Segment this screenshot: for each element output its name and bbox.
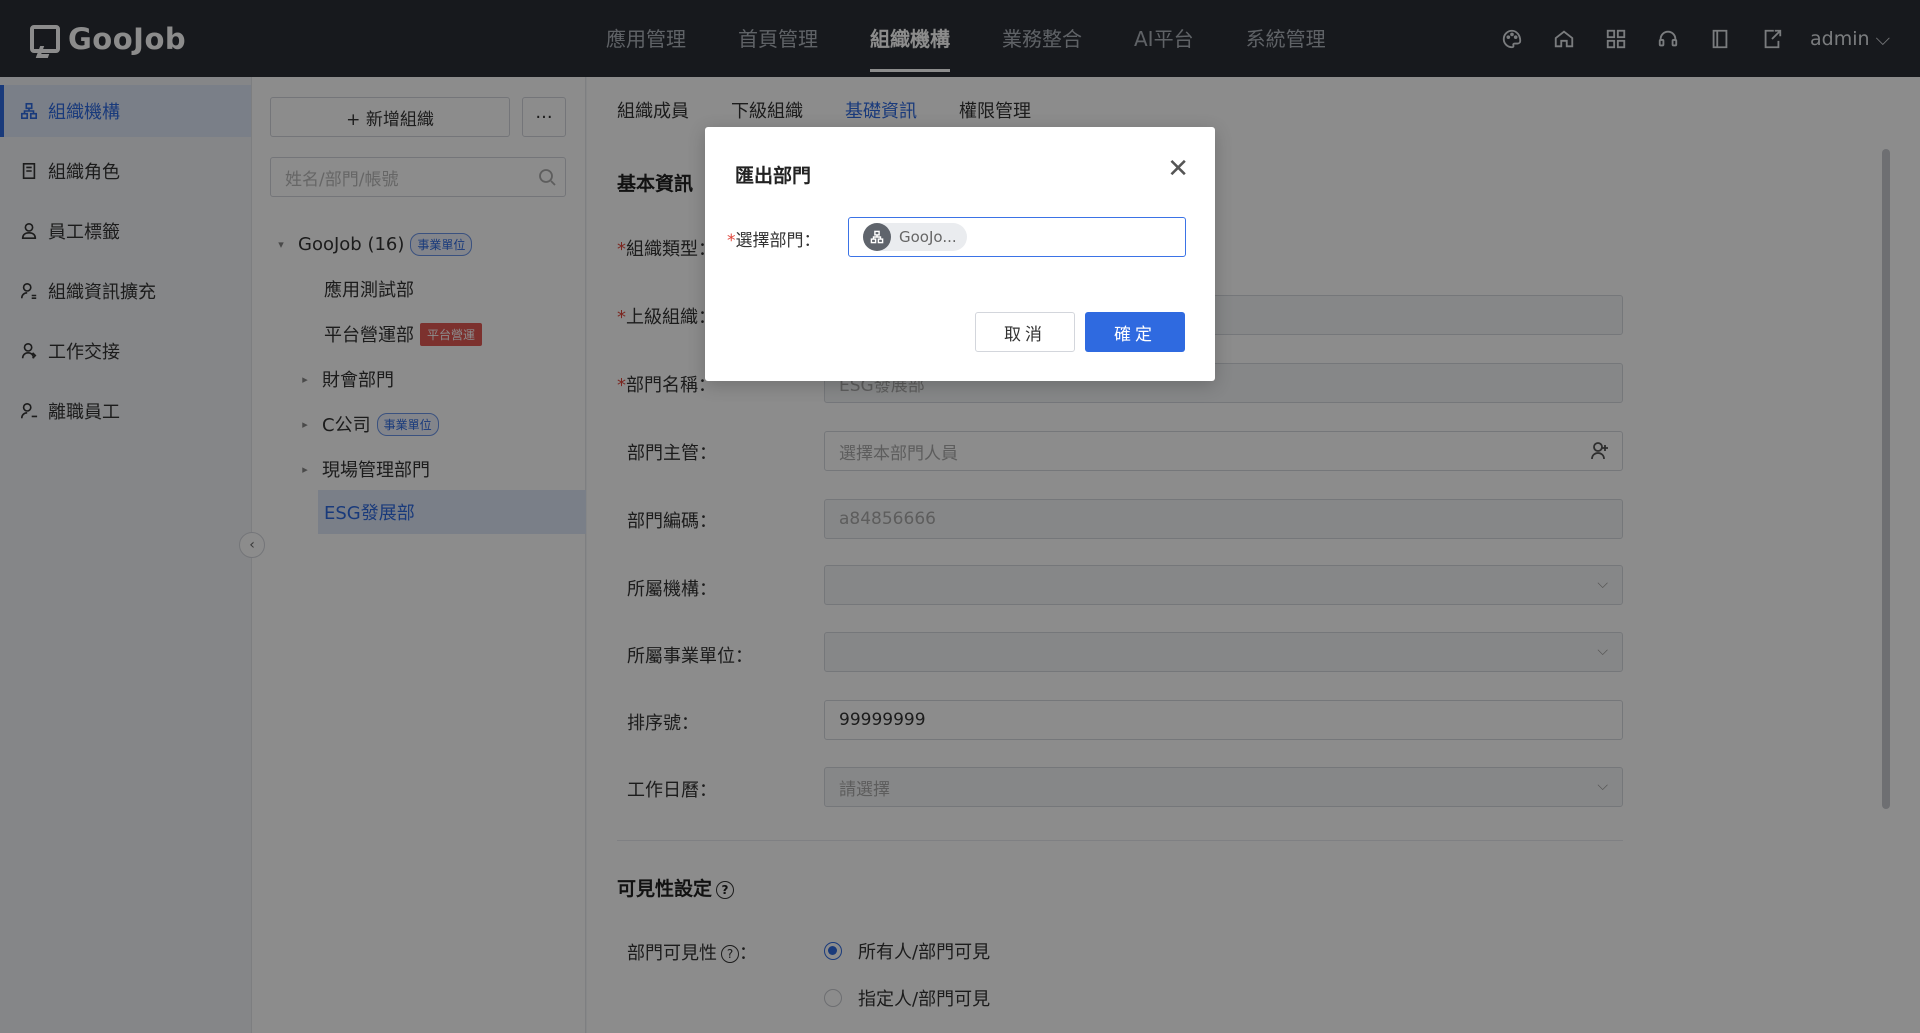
dialog-title: 匯出部門 (735, 165, 812, 187)
select-dept-input[interactable]: GooJo... (848, 217, 1186, 257)
close-icon[interactable]: ✕ (1167, 156, 1189, 182)
export-department-dialog: 匯出部門 ✕ *選擇部門： GooJo... 取消 確定 (705, 127, 1215, 381)
org-icon (863, 223, 891, 251)
select-dept-label: *選擇部門： (727, 231, 821, 251)
cancel-button[interactable]: 取消 (975, 312, 1075, 352)
confirm-button[interactable]: 確定 (1085, 312, 1185, 352)
selected-dept-chip[interactable]: GooJo... (863, 223, 967, 251)
chip-label: GooJo... (899, 228, 957, 246)
